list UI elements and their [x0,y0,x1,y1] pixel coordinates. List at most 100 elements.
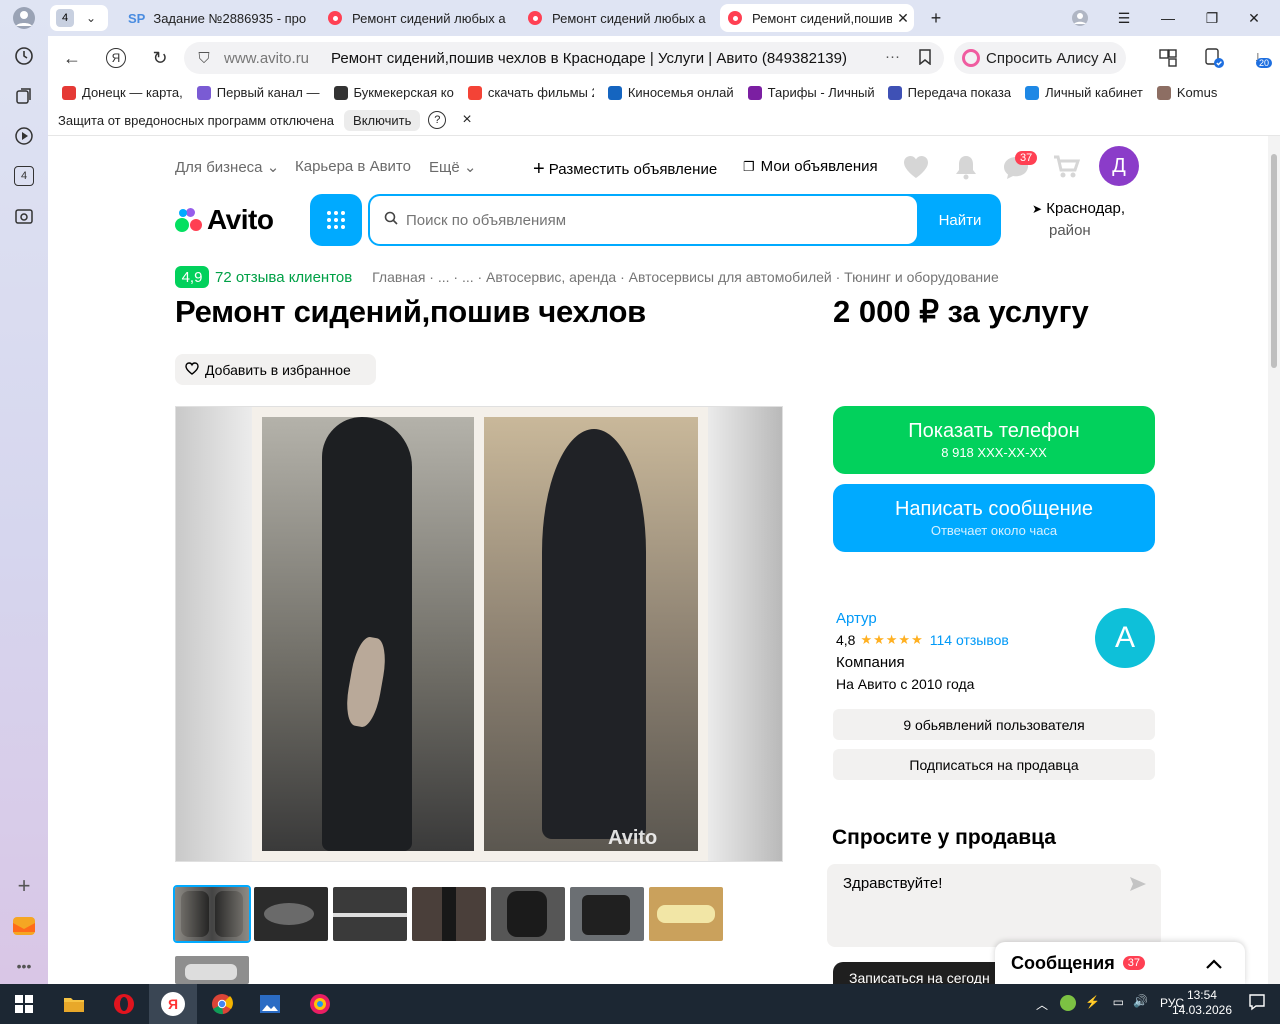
yandex-browser-taskbar-active[interactable]: Я [149,984,197,1024]
tabs-count-icon[interactable]: 4 [12,164,36,188]
thumbnail[interactable] [175,956,249,984]
file-explorer-icon[interactable] [62,992,86,1016]
messages-panel[interactable]: Сообщения 37 [995,942,1245,984]
bookmark-item[interactable]: Первый канал — [196,85,320,100]
seller-avatar[interactable]: А [1095,608,1155,668]
bookmark-item[interactable]: Букмекерская ко [333,85,454,100]
tab-3[interactable]: Ремонт сидений любых а [520,4,710,32]
page-scrollbar[interactable] [1268,136,1280,984]
bookmark-item[interactable]: Киносемья онлай [607,85,734,100]
chevron-up-icon[interactable] [1205,954,1223,975]
region-selector[interactable]: ➤ Краснодар, район [1032,198,1125,242]
breadcrumb-path[interactable]: Главная · ... · ... · Автосервис, аренда… [372,269,999,285]
notifications-icon[interactable] [1248,993,1266,1014]
thumbnail[interactable] [254,887,328,941]
extensions-icon[interactable] [1156,46,1180,70]
reload-icon[interactable]: ↻ [148,46,172,70]
windows-start-icon[interactable] [12,992,36,1016]
opera-icon[interactable] [112,992,136,1016]
bookmark-item[interactable]: Донецк — карта, [62,85,183,100]
yandex-icon[interactable]: Я [104,46,128,70]
seller-reviews-link[interactable]: 114 отзывов [930,632,1009,648]
chrome-icon[interactable] [210,992,234,1016]
network-icon[interactable]: ▭ [1113,995,1124,1009]
more-dots-icon[interactable]: ··· [885,48,900,65]
bookmark-icon[interactable] [918,49,932,69]
reviews-link[interactable]: 72 отзыва клиентов [215,269,352,286]
scrollbar-thumb[interactable] [1271,154,1277,368]
my-ads-button[interactable]: ❐ Мои объявления [743,158,878,175]
help-icon[interactable]: ? [428,111,447,129]
subscribe-seller-button[interactable]: Подписаться на продавца [833,749,1155,780]
tab-group-button[interactable]: 4 ⌄ [50,5,108,31]
favorites-heart-icon[interactable] [902,154,930,185]
business-menu[interactable]: Для бизнеса ⌄ [175,158,279,176]
cart-icon[interactable] [1052,154,1081,185]
bookmark-item[interactable]: Передача показа [887,85,1011,100]
notifications-bell-icon[interactable] [954,154,978,185]
tab-2[interactable]: Ремонт сидений любых а [320,4,510,32]
bookmark-item[interactable]: Komus [1156,85,1217,100]
show-phone-button[interactable]: Показать телефон 8 918 XXX-XX-XX [833,406,1155,474]
back-icon[interactable]: ← [60,46,84,70]
photo-thumbnails-row2 [175,956,249,984]
antivirus-icon[interactable] [1060,995,1076,1011]
bluetooth-icon[interactable]: ⚡ [1085,995,1100,1009]
thumbnail[interactable] [333,887,407,941]
photos-app-icon[interactable] [308,992,332,1016]
clock[interactable]: 13:54 14.03.2026 [1172,988,1232,1018]
tab-4-active[interactable]: Ремонт сидений,пошив ✕ [720,4,914,32]
avito-logo[interactable]: Avito [175,204,274,236]
search-input[interactable]: Поиск по объявлениям [370,196,917,244]
close-window-icon[interactable]: ✕ [1242,6,1266,30]
write-message-button[interactable]: Написать сообщение Отвечает около часа [833,484,1155,552]
history-icon[interactable] [12,44,36,68]
send-icon[interactable] [1129,876,1147,896]
thumbnail[interactable] [412,887,486,941]
bookmark-favicon-icon [196,85,211,100]
thumbnail[interactable] [491,887,565,941]
volume-icon[interactable]: 🔊 [1133,994,1148,1008]
thumbnail[interactable] [649,887,723,941]
new-tab-button[interactable]: + [924,6,948,30]
tab-1[interactable]: SP Задание №2886935 - про [120,4,310,32]
collections-icon[interactable] [12,84,36,108]
bookmark-item[interactable]: скачать фильмы 2 [467,85,594,100]
main-photo[interactable]: Avito [175,406,783,862]
add-panel-icon[interactable]: + [12,873,36,898]
address-bar[interactable]: ⛉ www.avito.ru Ремонт сидений,пошив чехл… [184,42,944,74]
more-menu[interactable]: Ещё ⌄ [429,158,476,176]
close-infobar-icon[interactable]: × [462,111,471,129]
restore-icon[interactable]: ❐ [1200,6,1224,30]
messages-icon[interactable]: 37 [1002,151,1038,185]
post-ad-button[interactable]: + Разместить объявление [533,158,717,181]
photo-blur-left [176,407,252,861]
minimize-icon[interactable]: — [1156,6,1180,30]
categories-button[interactable] [310,194,362,246]
screenshot-icon[interactable] [12,204,36,228]
profile-icon[interactable] [12,6,36,30]
bookmark-item[interactable]: Личный кабинет [1025,85,1143,100]
thumbnail[interactable] [570,887,644,941]
seller-name-link[interactable]: Артур [836,610,877,627]
bookmark-item[interactable]: Тарифы - Личный [747,85,874,100]
downloads-icon[interactable]: ↓ 20 [1246,46,1273,70]
ask-seller-input[interactable]: Здравствуйте! [827,864,1161,947]
ask-alice-button[interactable]: Спросить Алису AI [954,42,1126,74]
close-tab-icon[interactable]: ✕ [892,10,914,27]
add-to-favorites-button[interactable]: Добавить в избранное [175,354,376,385]
user-avatar[interactable]: Д [1099,146,1139,186]
profile-small-icon[interactable] [1068,6,1092,30]
menu-icon[interactable]: ☰ [1112,6,1136,30]
career-link[interactable]: Карьера в Авито [295,158,411,175]
play-icon[interactable] [12,124,36,148]
enable-protection-button[interactable]: Включить [344,109,421,131]
search-button[interactable]: Найти [919,194,1001,246]
translate-icon[interactable] [1202,46,1226,70]
image-editor-icon[interactable] [258,992,282,1016]
seller-ads-button[interactable]: 9 обьявлений пользователя [833,709,1155,740]
more-icon[interactable]: ••• [12,954,36,978]
mail-icon[interactable] [12,914,36,938]
thumbnail[interactable] [173,885,251,943]
tray-expand-icon[interactable]: ︿ [1036,996,1048,1013]
